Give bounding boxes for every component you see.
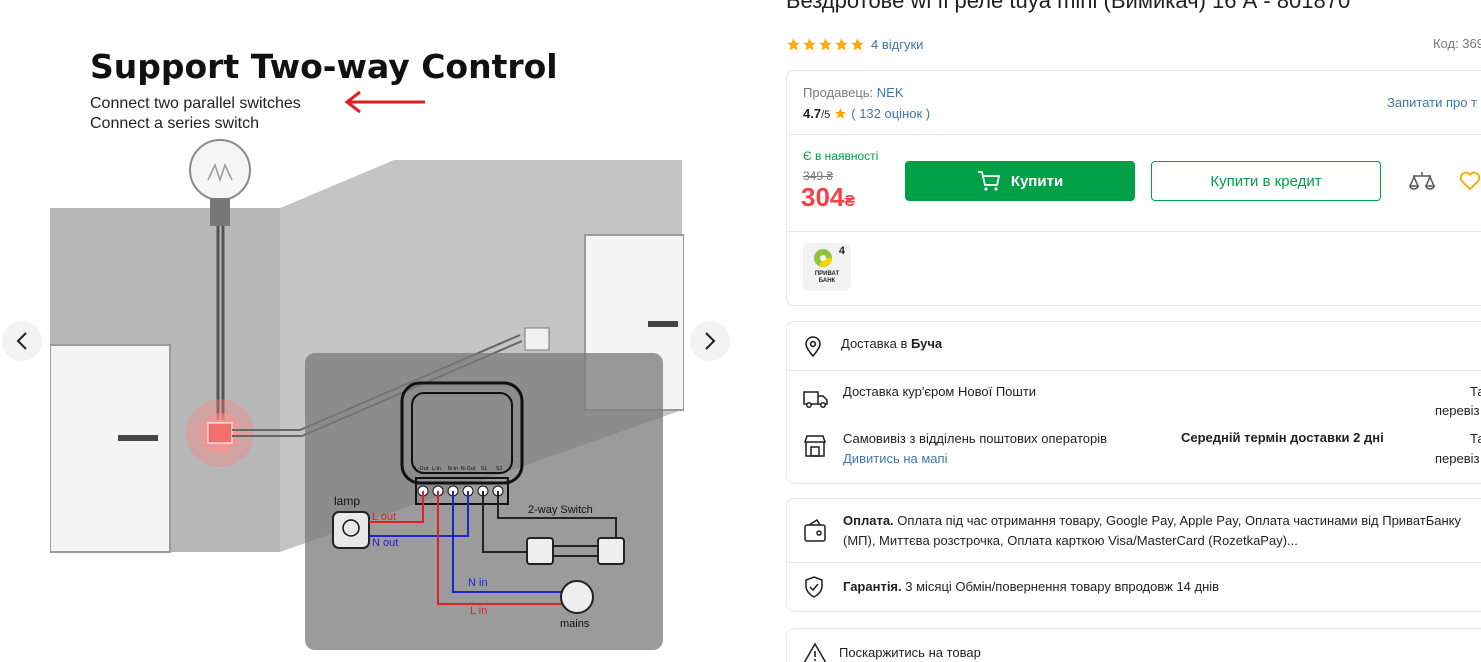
old-price: 349 ₴: [803, 169, 834, 183]
image-line-2: Connect a series switch: [90, 115, 259, 132]
n-out-label: N out: [372, 537, 398, 549]
privatbank-logo: 4: [812, 245, 845, 269]
rating-row: 4 відгуки Код: 369: [786, 34, 1481, 54]
lamp-label: lamp: [334, 494, 360, 508]
cart-icon: [977, 171, 1000, 191]
star-icon: [835, 37, 848, 50]
privatbank-installments-badge[interactable]: 4 ПРИВАТ БАНК: [803, 243, 851, 291]
payment-info: Оплата. Оплата під час отримання товару,…: [843, 511, 1481, 551]
compare-icon[interactable]: [1409, 170, 1435, 192]
divider: [787, 370, 1481, 371]
buy-button[interactable]: Купити: [905, 161, 1135, 201]
warranty-info: Гарантія. 3 місяці Обмін/повернення това…: [843, 579, 1219, 594]
pickup-carrier: перевіз: [1435, 451, 1480, 466]
privatbank-name: ПРИВАТ БАНК: [814, 271, 840, 284]
payment-methods: Оплата під час отримання товару, Google …: [843, 513, 1461, 548]
seller-line: Продавець: NEK: [803, 85, 904, 100]
terminal-label: N-Out: [461, 466, 476, 472]
terminal-label: N-In: [448, 466, 458, 472]
complain-card: Поскаржитись на товар: [786, 628, 1481, 662]
courier-delivery-text: Доставка кур'єром Нової Пошти: [843, 384, 1037, 399]
warning-icon: [803, 642, 827, 662]
location-pin-icon: [805, 336, 821, 358]
reviews-link[interactable]: 4 відгуки: [871, 37, 923, 52]
credit-button[interactable]: Купити в кредит: [1151, 161, 1381, 201]
seller-rating-value: 4.7: [803, 106, 822, 121]
current-price: 304₴: [801, 182, 855, 213]
star-icon: [851, 37, 864, 50]
wallet-icon: [804, 519, 826, 542]
pickup-price: Та: [1470, 431, 1481, 446]
seller-ratings-link[interactable]: ( 132 оцінок ): [851, 106, 930, 121]
store-icon: [803, 435, 827, 457]
delivery-city[interactable]: Доставка в Буча: [841, 336, 942, 351]
seller-label: Продавець:: [803, 85, 874, 100]
terminal-label: S1: [481, 466, 487, 472]
image-line-1: Connect two parallel switches: [90, 95, 301, 112]
seller-rating-of: /5: [821, 109, 831, 121]
courier-carrier: перевіз: [1435, 403, 1480, 418]
chevron-left-icon: [16, 332, 27, 350]
payment-warranty-card: Оплата. Оплата під час отримання товару,…: [786, 498, 1481, 612]
price-value: 304: [801, 182, 845, 212]
heart-icon[interactable]: [1459, 171, 1481, 191]
product-main-image[interactable]: Support Two-way Control Connect two para…: [50, 30, 684, 662]
divider: [787, 562, 1481, 563]
truck-icon: [803, 391, 828, 408]
seller-name-link[interactable]: NEK: [877, 85, 904, 100]
view-map-link[interactable]: Дивитись на мапі: [843, 451, 947, 466]
complain-link[interactable]: Поскаржитись на товар: [839, 645, 981, 660]
seller-buy-card: Продавець: NEK 4.7/5 ( 132 оцінок ) Запи…: [786, 70, 1481, 306]
gallery-prev-button[interactable]: [2, 321, 42, 361]
star-icon: [787, 37, 800, 50]
star-icon: [819, 37, 832, 50]
product-title: Бездротове wi fi реле tuya mini (Вимикач…: [786, 0, 1351, 13]
shield-check-icon: [805, 576, 823, 598]
price-currency: ₴: [844, 193, 856, 210]
star-icon: [835, 108, 847, 119]
terminal-label: S2: [496, 466, 502, 472]
buy-button-label: Купити: [1010, 172, 1064, 190]
credit-button-label: Купити в кредит: [1210, 172, 1322, 190]
l-out-label: L out: [372, 511, 396, 523]
product-gallery: Support Two-way Control Connect two para…: [0, 0, 760, 662]
courier-price: Та: [1470, 384, 1481, 399]
gallery-next-button[interactable]: [690, 321, 730, 361]
l-in-label: L in: [470, 605, 487, 617]
availability-status: Є в наявності: [803, 149, 879, 163]
chevron-right-icon: [705, 332, 716, 350]
delivery-card: Доставка в Буча Доставка кур'єром Нової …: [786, 321, 1481, 484]
divider: [787, 231, 1481, 232]
divider: [787, 134, 1481, 135]
mains-label: mains: [560, 618, 590, 630]
terminal-label: L-Out: [415, 466, 429, 472]
warranty-label: Гарантія.: [843, 579, 902, 594]
installments-count: 4: [838, 245, 845, 257]
average-delivery-term: Середній термін доставки 2 дні: [1181, 430, 1384, 445]
delivery-city-label: Доставка в: [841, 336, 908, 351]
seller-rating: 4.7/5 ( 132 оцінок ): [803, 106, 930, 121]
rating-stars: [786, 37, 865, 52]
mains-plug-icon: [560, 580, 594, 614]
payment-label: Оплата.: [843, 513, 894, 528]
product-info: Бездротове wi fi реле tuya mini (Вимикач…: [786, 0, 1481, 662]
n-in-label: N in: [468, 577, 488, 589]
ask-seller-link[interactable]: Запитати про т: [1387, 95, 1477, 110]
warranty-details: 3 місяці Обмін/повернення товару впродов…: [905, 579, 1220, 594]
image-headline: Support Two-way Control: [90, 47, 558, 86]
privatbank-logo-icon: [814, 249, 832, 267]
star-icon: [803, 37, 816, 50]
two-way-switch-label: 2-way Switch: [528, 504, 593, 516]
product-code: Код: 369: [1432, 36, 1481, 51]
delivery-city-name[interactable]: Буча: [911, 336, 942, 351]
pickup-text: Самовивіз з відділень поштових операторі…: [843, 431, 1108, 446]
terminal-label: L-In: [432, 466, 441, 472]
